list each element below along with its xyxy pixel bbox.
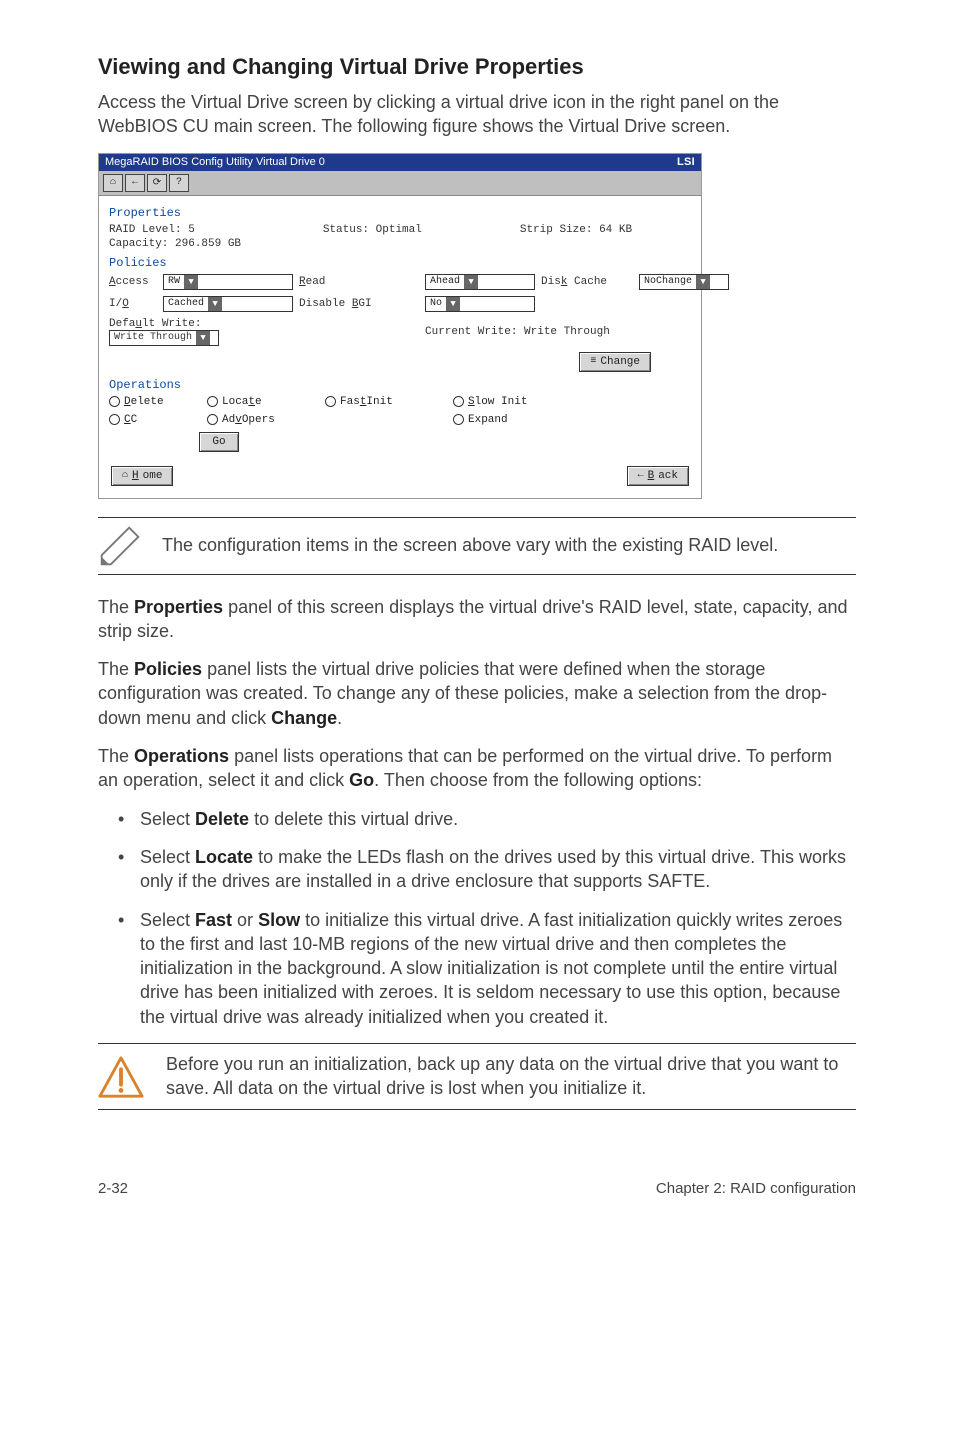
io-label: I/O xyxy=(109,298,157,310)
go-button[interactable]: Go xyxy=(199,432,239,452)
default-write-label: Default Write: Write Through▼ xyxy=(109,318,293,346)
properties-paragraph: The Properties panel of this screen disp… xyxy=(98,595,856,644)
pencil-icon xyxy=(98,524,142,568)
window-brand: LSI xyxy=(677,156,695,168)
list-item: Select Delete to delete this virtual dri… xyxy=(124,807,856,831)
disable-bgi-select[interactable]: No▼ xyxy=(425,296,535,312)
back-icon: ← xyxy=(638,470,644,481)
warning-icon xyxy=(98,1054,144,1100)
read-select[interactable]: Ahead▼ xyxy=(425,274,535,290)
chevron-down-icon: ▼ xyxy=(184,275,198,289)
capacity-value: Capacity: 296.859 GB xyxy=(109,238,241,250)
chevron-down-icon: ▼ xyxy=(464,275,478,289)
op-cc[interactable]: CC xyxy=(109,414,199,426)
disk-cache-label: Disk Cache xyxy=(541,276,633,288)
list-item: Select Locate to make the LEDs flash on … xyxy=(124,845,856,894)
page-footer: 2-32 Chapter 2: RAID configuration xyxy=(98,1180,856,1197)
op-delete[interactable]: Delete xyxy=(109,396,199,408)
operations-panel-label: Operations xyxy=(109,378,691,392)
apply-icon: ≡ xyxy=(590,356,596,367)
home-icon: ⌂ xyxy=(122,470,128,481)
io-select[interactable]: Cached▼ xyxy=(163,296,293,312)
warning-note: Before you run an initialization, back u… xyxy=(98,1043,856,1110)
access-select[interactable]: RW▼ xyxy=(163,274,293,290)
refresh-icon[interactable]: ⟳ xyxy=(147,174,167,192)
footer-page-number: 2-32 xyxy=(98,1180,128,1197)
disk-cache-select[interactable]: NoChange▼ xyxy=(639,274,729,290)
warning-note-text: Before you run an initialization, back u… xyxy=(166,1052,856,1101)
op-fast-init[interactable]: Fast Init xyxy=(325,396,445,408)
chevron-down-icon: ▼ xyxy=(208,297,222,311)
back-button[interactable]: ←Back xyxy=(627,466,689,486)
section-heading: Viewing and Changing Virtual Drive Prope… xyxy=(98,54,856,80)
list-item: Select Fast or Slow to initialize this v… xyxy=(124,908,856,1029)
virtual-drive-screenshot: MegaRAID BIOS Config Utility Virtual Dri… xyxy=(98,153,856,499)
access-label: Access xyxy=(109,276,157,288)
window-titlebar: MegaRAID BIOS Config Utility Virtual Dri… xyxy=(99,154,701,171)
op-locate[interactable]: Locate xyxy=(207,396,317,408)
operations-paragraph: The Operations panel lists operations th… xyxy=(98,744,856,793)
policies-panel-label: Policies xyxy=(109,256,691,270)
help-icon[interactable]: ? xyxy=(169,174,189,192)
read-label: Read xyxy=(299,276,419,288)
chevron-down-icon: ▼ xyxy=(196,331,210,345)
home-button[interactable]: ⌂Home xyxy=(111,466,173,486)
current-write-value: Current Write: Write Through xyxy=(425,326,729,338)
app-window: MegaRAID BIOS Config Utility Virtual Dri… xyxy=(98,153,702,499)
op-expand[interactable]: Expand xyxy=(453,414,573,426)
home-icon[interactable]: ⌂ xyxy=(103,174,123,192)
default-write-select[interactable]: Write Through▼ xyxy=(109,330,219,346)
disable-bgi-label: Disable BGI xyxy=(299,298,419,310)
info-note: The configuration items in the screen ab… xyxy=(98,517,856,575)
op-slow-init[interactable]: Slow Init xyxy=(453,396,573,408)
properties-panel-label: Properties xyxy=(109,206,691,220)
intro-paragraph: Access the Virtual Drive screen by click… xyxy=(98,90,856,139)
op-adv-opers[interactable]: Adv Opers xyxy=(207,414,317,426)
info-note-text: The configuration items in the screen ab… xyxy=(162,535,778,556)
chevron-down-icon: ▼ xyxy=(446,297,460,311)
policies-paragraph: The Policies panel lists the virtual dri… xyxy=(98,657,856,730)
chevron-down-icon: ▼ xyxy=(696,275,710,289)
strip-size: Strip Size: 64 KB xyxy=(520,224,632,236)
raid-level: RAID Level: 5 xyxy=(109,224,195,236)
change-button[interactable]: ≡Change xyxy=(579,352,651,372)
options-list: Select Delete to delete this virtual dri… xyxy=(98,807,856,1029)
back-icon[interactable]: ← xyxy=(125,174,145,192)
window-title: MegaRAID BIOS Config Utility Virtual Dri… xyxy=(105,156,325,168)
footer-chapter: Chapter 2: RAID configuration xyxy=(656,1180,856,1197)
window-toolbar: ⌂ ← ⟳ ? xyxy=(99,171,701,196)
status-value: Status: Optimal xyxy=(323,224,422,236)
